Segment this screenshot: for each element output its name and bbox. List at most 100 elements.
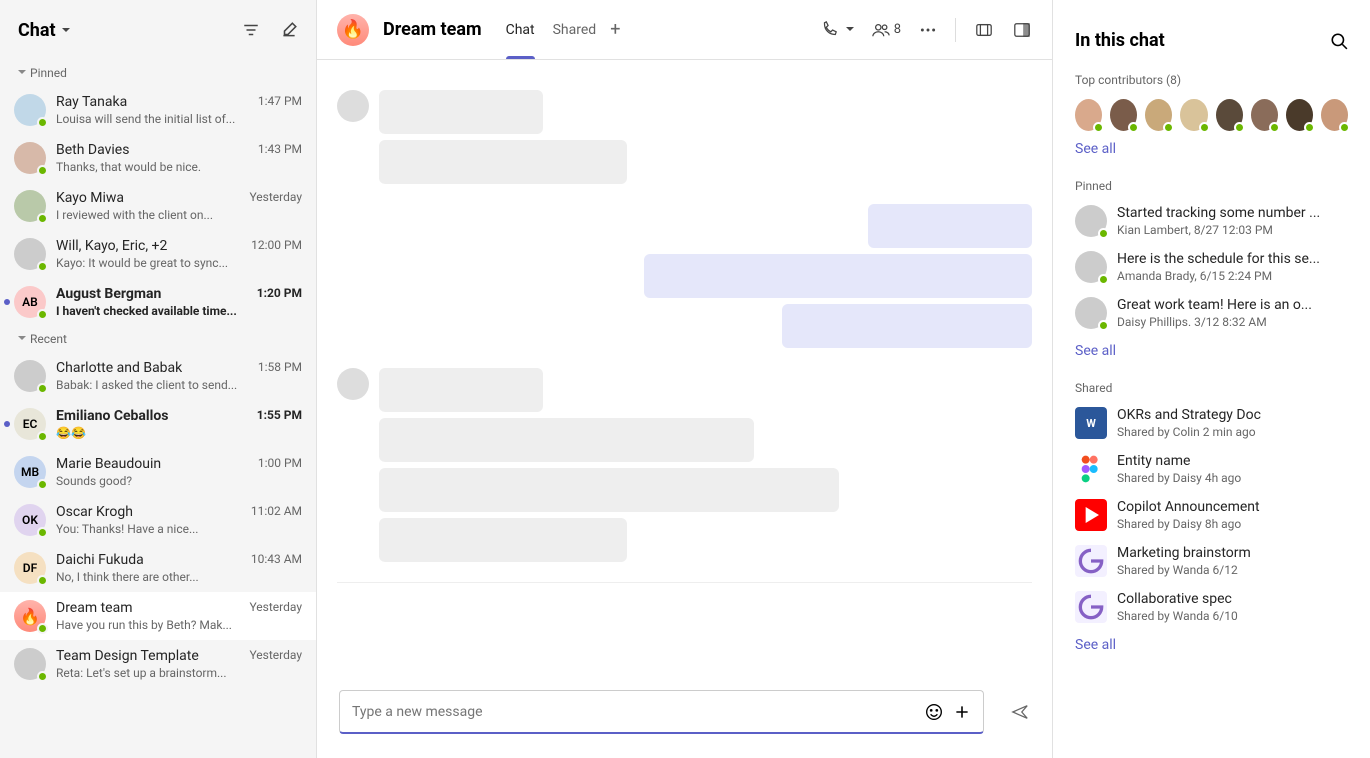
pinned-message-sub: Daisy Phillips. 3/12 8:32 AM [1117, 315, 1348, 329]
filter-icon[interactable] [242, 21, 260, 39]
pinned-message-item[interactable]: Here is the schedule for this se... Aman… [1075, 251, 1348, 283]
chat-list-item[interactable]: 🔥 Dream team Yesterday Have you run this… [0, 592, 316, 640]
contributor-avatar[interactable] [1180, 99, 1207, 131]
add-tab-button[interactable]: + [610, 19, 620, 40]
chat-avatar: 🔥 [337, 14, 369, 46]
call-button[interactable] [818, 21, 840, 39]
message-area[interactable] [317, 60, 1052, 675]
avatar [14, 648, 46, 680]
contributor-avatar[interactable] [1216, 99, 1243, 131]
tab-shared[interactable]: Shared [553, 0, 597, 59]
message-input[interactable] [352, 704, 915, 720]
contributor-avatar[interactable] [1075, 99, 1102, 131]
search-icon[interactable] [1330, 32, 1348, 50]
message-bubble[interactable] [379, 518, 627, 562]
message-bubble[interactable] [379, 468, 839, 512]
chat-name: Daichi Fukuda [56, 552, 144, 568]
message-bubble[interactable] [644, 254, 1032, 298]
message-bubble[interactable] [379, 140, 627, 184]
chat-preview: 😂😂 [56, 426, 302, 440]
recent-section-label[interactable]: Recent [0, 326, 316, 352]
contributor-avatar[interactable] [1145, 99, 1172, 131]
avatar [1075, 205, 1107, 237]
expand-icon [18, 336, 26, 344]
presence-indicator [37, 623, 48, 634]
presence-indicator [1269, 122, 1280, 133]
sidebar-title-dropdown[interactable]: Chat [18, 20, 70, 41]
avatar [1075, 297, 1107, 329]
shared-file-item[interactable]: Marketing brainstorm Shared by Wanda 6/1… [1075, 545, 1348, 577]
chat-time: 11:02 AM [251, 504, 302, 520]
contributor-avatar[interactable] [1286, 99, 1313, 131]
chat-time: 1:00 PM [258, 456, 302, 472]
pinned-label: Pinned [1075, 179, 1348, 193]
compose-icon[interactable] [280, 21, 298, 39]
chat-time: 1:55 PM [257, 408, 302, 424]
message-bubble[interactable] [868, 204, 1032, 248]
contributor-avatar[interactable] [1321, 99, 1348, 131]
shared-file-item[interactable]: Entity name Shared by Daisy 4h ago [1075, 453, 1348, 485]
avatar: MB [14, 456, 46, 488]
chat-time: 1:43 PM [258, 142, 302, 158]
shared-file-item[interactable]: Copilot Announcement Shared by Daisy 8h … [1075, 499, 1348, 531]
chat-name: Marie Beaudouin [56, 456, 161, 472]
shared-file-title: Marketing brainstorm [1117, 545, 1348, 561]
message-bubble[interactable] [379, 418, 754, 462]
add-attachment-icon[interactable] [953, 703, 971, 721]
tab-chat[interactable]: Chat [506, 0, 535, 59]
shared-file-item[interactable]: WOKRs and Strategy Doc Shared by Colin 2… [1075, 407, 1348, 439]
see-all-contributors-link[interactable]: See all [1075, 141, 1348, 157]
message-bubble[interactable] [782, 304, 1032, 348]
chat-preview: Babak: I asked the client to send... [56, 378, 302, 392]
figma-icon [1075, 453, 1107, 485]
shared-file-title: Copilot Announcement [1117, 499, 1348, 515]
presence-indicator [1339, 122, 1350, 133]
copilot-button[interactable] [974, 21, 994, 39]
pinned-message-item[interactable]: Great work team! Here is an o... Daisy P… [1075, 297, 1348, 329]
contributor-avatar[interactable] [1251, 99, 1278, 131]
avatar [14, 238, 46, 270]
message-bubble[interactable] [379, 368, 543, 412]
contributor-avatar[interactable] [1110, 99, 1137, 131]
pinned-section-label[interactable]: Pinned [0, 60, 316, 86]
shared-label: Shared [1075, 381, 1348, 395]
presence-indicator [1199, 122, 1210, 133]
chat-list-item[interactable]: EC Emiliano Ceballos 1:55 PM 😂😂 [0, 400, 316, 448]
chat-list-item[interactable]: Team Design Template Yesterday Reta: Let… [0, 640, 316, 688]
chat-list-item[interactable]: Will, Kayo, Eric, +2 12:00 PM Kayo: It w… [0, 230, 316, 278]
chat-name: August Bergman [56, 286, 161, 302]
word-icon: W [1075, 407, 1107, 439]
chat-list-item[interactable]: Beth Davies 1:43 PM Thanks, that would b… [0, 134, 316, 182]
shared-file-sub: Shared by Daisy 4h ago [1117, 471, 1348, 485]
chat-list-item[interactable]: MB Marie Beaudouin 1:00 PM Sounds good? [0, 448, 316, 496]
sidebar-header: Chat [0, 0, 316, 60]
see-all-pinned-link[interactable]: See all [1075, 343, 1348, 359]
chat-list-item[interactable]: Charlotte and Babak 1:58 PM Babak: I ask… [0, 352, 316, 400]
chat-preview: Thanks, that would be nice. [56, 160, 302, 174]
presence-indicator [1304, 122, 1315, 133]
avatar [14, 360, 46, 392]
chat-list-item[interactable]: OK Oscar Krogh 11:02 AM You: Thanks! Hav… [0, 496, 316, 544]
chat-list-item[interactable]: AB August Bergman 1:20 PM I haven't chec… [0, 278, 316, 326]
more-options-button[interactable] [919, 21, 937, 39]
chat-name: Beth Davies [56, 142, 129, 158]
participants-button[interactable]: 8 [872, 21, 901, 39]
chat-list-item[interactable]: DF Daichi Fukuda 10:43 AM No, I think th… [0, 544, 316, 592]
chat-list-item[interactable]: Kayo Miwa Yesterday I reviewed with the … [0, 182, 316, 230]
open-pane-button[interactable] [1012, 21, 1032, 39]
see-all-shared-link[interactable]: See all [1075, 637, 1348, 653]
chat-preview: Louisa will send the initial list of... [56, 112, 302, 126]
call-dropdown-icon[interactable] [846, 27, 854, 35]
chat-time: Yesterday [249, 648, 302, 664]
message-group [337, 368, 1032, 562]
chat-name: Charlotte and Babak [56, 360, 182, 376]
pinned-message-item[interactable]: Started tracking some number ... Kian La… [1075, 205, 1348, 237]
emoji-icon[interactable] [925, 703, 943, 721]
message-bubble[interactable] [379, 90, 543, 134]
shared-file-item[interactable]: Collaborative spec Shared by Wanda 6/10 [1075, 591, 1348, 623]
send-button[interactable] [1010, 703, 1030, 721]
compose-box[interactable] [339, 690, 984, 734]
sidebar-title-text: Chat [18, 20, 56, 41]
chat-list-item[interactable]: Ray Tanaka 1:47 PM Louisa will send the … [0, 86, 316, 134]
presence-indicator [37, 383, 48, 394]
